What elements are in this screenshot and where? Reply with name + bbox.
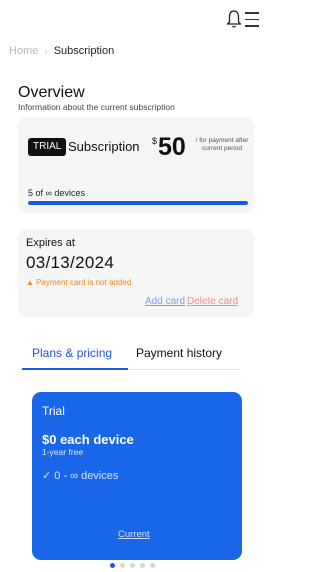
page-title: Overview	[18, 84, 85, 101]
tab-plans-pricing[interactable]: Plans & pricing	[32, 346, 112, 360]
check-icon: ✓	[42, 470, 52, 482]
plan-price: $0 each device	[42, 432, 134, 447]
plan-card-trial[interactable]: Trial $0 each device 1-year free ✓ 0 - ∞…	[32, 392, 242, 560]
current-plan-link[interactable]: Current	[118, 529, 150, 540]
tab-payment-history[interactable]: Payment history	[136, 346, 222, 360]
carousel-dot[interactable]	[130, 563, 135, 568]
devices-progress-fill	[28, 201, 248, 205]
plan-devices-text: 0 - ∞ devices	[54, 470, 119, 482]
subscription-card: TRIAL Subscription $ 50 / for payment af…	[18, 117, 254, 213]
trial-badge: TRIAL	[28, 138, 67, 156]
breadcrumb: Home › Subscription	[9, 45, 114, 57]
bell-icon[interactable]	[226, 9, 242, 29]
plan-name: Trial	[42, 404, 65, 418]
price-amount: 50	[158, 133, 186, 161]
add-card-link[interactable]: Add card	[145, 296, 185, 307]
devices-usage-text: 5 of ∞ devices	[28, 188, 85, 198]
price-currency: $	[152, 136, 158, 146]
breadcrumb-home[interactable]: Home	[9, 45, 38, 57]
carousel-dot[interactable]	[110, 563, 115, 568]
expires-label: Expires at	[26, 237, 75, 249]
top-bar	[0, 0, 262, 38]
payment-warning: ▲ Payment card is not added	[26, 278, 131, 287]
delete-card-link[interactable]: Delete card	[187, 296, 238, 307]
subscription-label: Subscription	[68, 139, 140, 154]
carousel-dot[interactable]	[120, 563, 125, 568]
warning-icon: ▲	[26, 278, 34, 287]
carousel-dot[interactable]	[140, 563, 145, 568]
plan-free-period: 1-year free	[42, 447, 84, 457]
expiry-card: Expires at 03/13/2024 ▲ Payment card is …	[18, 229, 254, 317]
carousel-dots	[110, 563, 155, 568]
payment-warning-text: Payment card is not added	[36, 278, 132, 287]
expires-date: 03/13/2024	[26, 253, 115, 272]
active-tab-indicator	[22, 368, 128, 370]
hamburger-menu-icon[interactable]	[245, 12, 259, 28]
carousel-dot[interactable]	[150, 563, 155, 568]
chevron-right-icon: ›	[44, 45, 48, 57]
devices-progress-bar	[28, 201, 248, 205]
breadcrumb-current: Subscription	[53, 45, 115, 57]
plan-devices: ✓ 0 - ∞ devices	[42, 469, 118, 482]
tabs: Plans & pricing Payment history	[22, 344, 240, 370]
page-subtitle: Information about the current subscripti…	[18, 102, 175, 112]
price-note: / for payment after current period	[195, 137, 249, 152]
